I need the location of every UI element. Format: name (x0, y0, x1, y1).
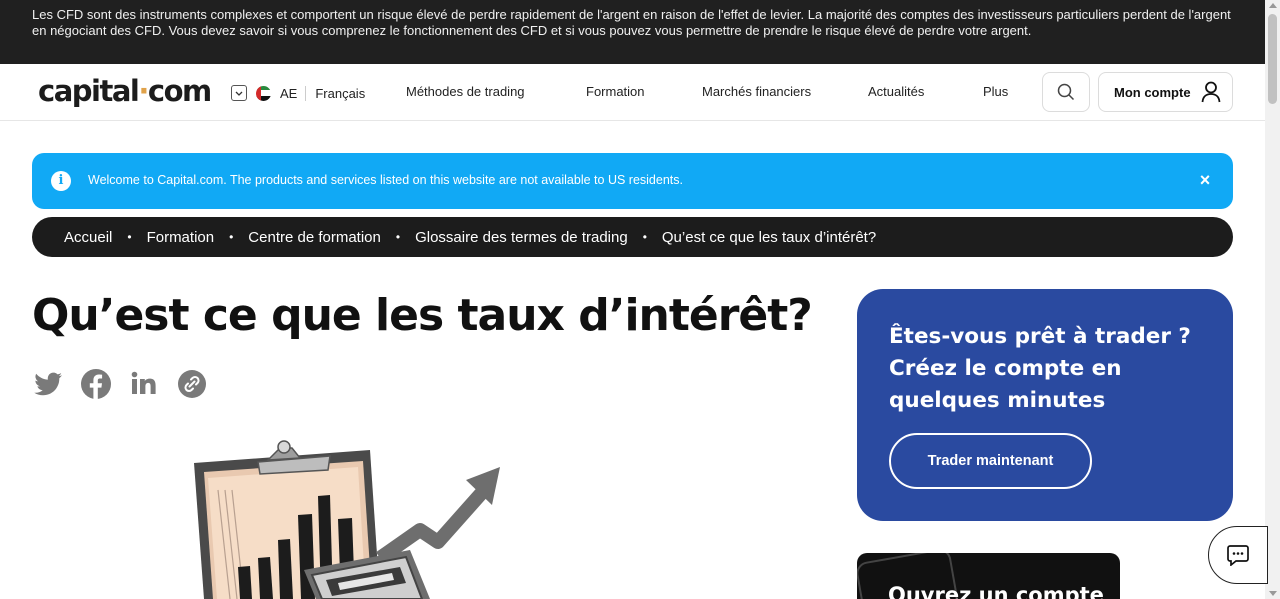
user-icon (1201, 81, 1220, 103)
page-title: Qu’est ce que les taux d’intérêt? (32, 290, 813, 341)
linkedin-icon[interactable] (128, 368, 160, 400)
uae-flag-icon (256, 85, 271, 101)
facebook-icon[interactable] (80, 368, 112, 400)
chat-icon (1227, 545, 1249, 566)
site-header: capital·com AE Français Méthodes de trad… (0, 64, 1265, 121)
breadcrumb-separator: • (395, 230, 401, 244)
chat-button[interactable] (1208, 526, 1268, 584)
us-residents-notice: i Welcome to Capital.com. The products a… (32, 153, 1233, 209)
breadcrumb-centre-de-formation[interactable]: Centre de formation (248, 229, 381, 246)
breadcrumb-separator: • (229, 230, 234, 244)
risk-warning-banner: Les CFD sont des instruments complexes e… (0, 0, 1265, 64)
breadcrumb-current-page: Qu’est ce que les taux d’intérêt? (661, 228, 877, 246)
region-language-selector[interactable]: AE Français (231, 83, 365, 103)
open-account-card[interactable]: Ouvrez un compte (857, 553, 1120, 599)
open-account-text: Ouvrez un compte (888, 583, 1104, 599)
interest-rates-illustration (194, 440, 500, 599)
capital-logo[interactable]: capital·com (38, 74, 212, 108)
breadcrumb-separator: • (642, 230, 647, 244)
nav-plus[interactable]: Plus (983, 84, 1008, 99)
risk-warning-text: Les CFD sont des instruments complexes e… (32, 7, 1231, 38)
notice-text: Welcome to Capital.com. The products and… (88, 173, 683, 187)
my-account-button[interactable]: Mon compte (1098, 72, 1233, 112)
breadcrumb-separator: • (127, 230, 132, 244)
ready-to-trade-card: Êtes-vous prêt à trader ? Créez le compt… (857, 289, 1233, 521)
close-icon[interactable]: × (1195, 170, 1215, 190)
logo-text-com: com (147, 74, 212, 108)
breadcrumb-glossaire[interactable]: Glossaire des termes de trading (415, 229, 628, 246)
search-button[interactable] (1042, 72, 1090, 112)
cta-heading: Êtes-vous prêt à trader ? Créez le compt… (889, 324, 1191, 413)
nav-marches-financiers[interactable]: Marchés financiers (702, 84, 811, 99)
page-scrollbar[interactable] (1265, 0, 1280, 599)
scroll-down-arrow-icon[interactable] (1269, 591, 1277, 596)
chevron-down-icon[interactable] (231, 85, 247, 101)
scroll-up-arrow-icon[interactable] (1269, 3, 1277, 8)
twitter-icon[interactable] (32, 368, 64, 400)
language-label[interactable]: Français (306, 86, 365, 101)
nav-formation[interactable]: Formation (586, 84, 645, 99)
nav-actualites[interactable]: Actualités (868, 84, 924, 99)
my-account-label: Mon compte (1114, 84, 1191, 100)
region-code: AE (280, 85, 307, 101)
breadcrumb: Accueil • Formation • Centre de formatio… (32, 217, 1233, 257)
copy-link-icon[interactable] (176, 368, 208, 400)
breadcrumb-accueil[interactable]: Accueil (64, 229, 112, 246)
scrollbar-thumb[interactable] (1268, 14, 1277, 104)
logo-text-capital: capital (38, 74, 140, 108)
search-icon (1057, 83, 1075, 101)
trade-now-button[interactable]: Trader maintenant (889, 433, 1092, 489)
info-icon: i (51, 171, 71, 191)
logo-dot: · (138, 74, 149, 108)
nav-methodes-de-trading[interactable]: Méthodes de trading (406, 84, 525, 99)
breadcrumb-formation[interactable]: Formation (147, 229, 215, 246)
